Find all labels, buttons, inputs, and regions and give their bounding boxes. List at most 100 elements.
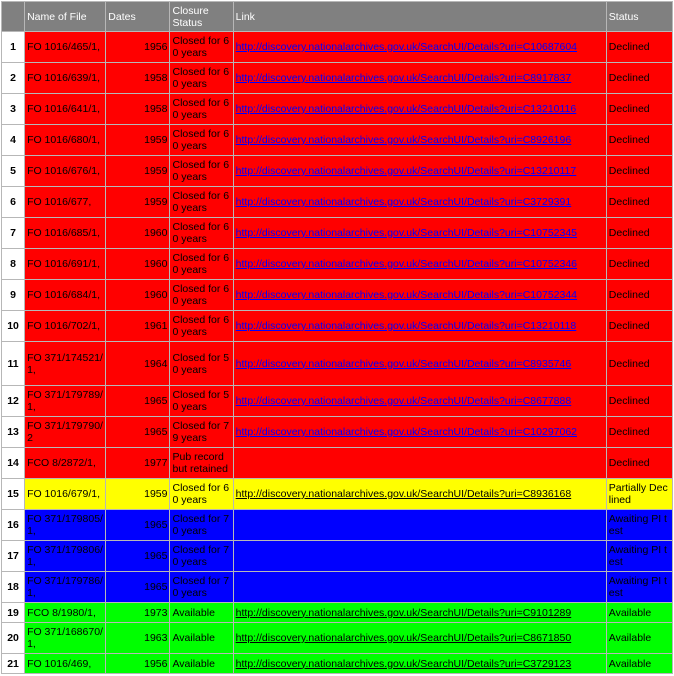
record-link[interactable]: http://discovery.nationalarchives.gov.uk… xyxy=(236,72,572,84)
cell-file-name[interactable]: FO 1016/684/1, xyxy=(24,279,107,311)
cell-status[interactable]: Awaiting PI test xyxy=(605,540,674,572)
cell-file-name[interactable]: FCO 8/2872/1, xyxy=(24,447,107,479)
cell-closure-status[interactable]: Closed for 60 years xyxy=(169,478,234,510)
cell-date[interactable]: 1959 xyxy=(105,478,171,510)
record-link[interactable]: http://discovery.nationalarchives.gov.uk… xyxy=(236,632,572,644)
cell-status[interactable]: Available xyxy=(605,653,674,674)
cell-file-name[interactable]: FO 1016/641/1, xyxy=(24,93,107,125)
cell-status[interactable]: Declined xyxy=(605,62,674,94)
row-number[interactable]: 7 xyxy=(0,217,26,249)
cell-file-name[interactable]: FCO 8/1980/1, xyxy=(24,602,107,623)
record-link[interactable]: http://discovery.nationalarchives.gov.uk… xyxy=(236,426,577,438)
cell-status[interactable]: Declined xyxy=(605,310,674,342)
cell-date[interactable]: 1963 xyxy=(105,622,171,654)
cell-date[interactable]: 1958 xyxy=(105,62,171,94)
cell-link[interactable]: http://discovery.nationalarchives.gov.uk… xyxy=(232,602,607,623)
cell-status[interactable]: Available xyxy=(605,622,674,654)
cell-closure-status[interactable]: Closed for 60 years xyxy=(169,124,234,156)
cell-link[interactable]: http://discovery.nationalarchives.gov.uk… xyxy=(232,93,607,125)
record-link[interactable]: http://discovery.nationalarchives.gov.uk… xyxy=(236,227,577,239)
cell-link[interactable]: http://discovery.nationalarchives.gov.uk… xyxy=(232,186,607,218)
cell-link[interactable]: http://discovery.nationalarchives.gov.uk… xyxy=(232,416,607,448)
cell-file-name[interactable]: FO 1016/680/1, xyxy=(24,124,107,156)
cell-date[interactable]: 1956 xyxy=(105,31,171,63)
record-link[interactable]: http://discovery.nationalarchives.gov.uk… xyxy=(236,165,577,177)
cell-closure-status[interactable]: Closed for 60 years xyxy=(169,279,234,311)
row-number[interactable]: 6 xyxy=(0,186,26,218)
cell-date[interactable]: 1958 xyxy=(105,93,171,125)
cell-closure-status[interactable]: Closed for 70 years xyxy=(169,571,234,603)
cell-date[interactable]: 1965 xyxy=(105,416,171,448)
cell-link[interactable]: http://discovery.nationalarchives.gov.uk… xyxy=(232,279,607,311)
record-link[interactable]: http://discovery.nationalarchives.gov.uk… xyxy=(236,134,572,146)
cell-file-name[interactable]: FO 1016/685/1, xyxy=(24,217,107,249)
row-number[interactable]: 1 xyxy=(0,31,26,63)
cell-link[interactable] xyxy=(232,540,607,572)
row-number[interactable]: 8 xyxy=(0,248,26,280)
row-number[interactable]: 16 xyxy=(0,509,26,541)
cell-closure-status[interactable]: Closed for 60 years xyxy=(169,31,234,63)
cell-file-name[interactable]: FO 371/179790/2 xyxy=(24,416,107,448)
cell-date[interactable]: 1960 xyxy=(105,279,171,311)
cell-file-name[interactable]: FO 1016/469, xyxy=(24,653,107,674)
col-header-status[interactable]: Status xyxy=(605,1,674,32)
cell-date[interactable]: 1977 xyxy=(105,447,171,479)
cell-status[interactable]: Declined xyxy=(605,93,674,125)
cell-file-name[interactable]: FO 371/174521/1, xyxy=(24,341,107,386)
cell-closure-status[interactable]: Closed for 60 years xyxy=(169,186,234,218)
cell-closure-status[interactable]: Closed for 70 years xyxy=(169,540,234,572)
row-number[interactable]: 9 xyxy=(0,279,26,311)
row-number[interactable]: 17 xyxy=(0,540,26,572)
cell-date[interactable]: 1960 xyxy=(105,217,171,249)
cell-link[interactable]: http://discovery.nationalarchives.gov.uk… xyxy=(232,155,607,187)
record-link[interactable]: http://discovery.nationalarchives.gov.uk… xyxy=(236,41,577,53)
cell-file-name[interactable]: FO 371/179805/1, xyxy=(24,509,107,541)
cell-date[interactable]: 1959 xyxy=(105,124,171,156)
cell-status[interactable]: Awaiting PI test xyxy=(605,509,674,541)
row-number[interactable]: 21 xyxy=(0,653,26,674)
row-number[interactable]: 4 xyxy=(0,124,26,156)
cell-file-name[interactable]: FO 1016/676/1, xyxy=(24,155,107,187)
record-link[interactable]: http://discovery.nationalarchives.gov.uk… xyxy=(236,358,572,370)
record-link[interactable]: http://discovery.nationalarchives.gov.uk… xyxy=(236,320,577,332)
record-link[interactable]: http://discovery.nationalarchives.gov.uk… xyxy=(236,607,572,619)
cell-closure-status[interactable]: Available xyxy=(169,653,234,674)
record-link[interactable]: http://discovery.nationalarchives.gov.uk… xyxy=(236,658,572,670)
cell-status[interactable]: Declined xyxy=(605,385,674,417)
row-number[interactable]: 12 xyxy=(0,385,26,417)
cell-link[interactable]: http://discovery.nationalarchives.gov.uk… xyxy=(232,248,607,280)
cell-date[interactable]: 1959 xyxy=(105,186,171,218)
cell-status[interactable]: Available xyxy=(605,602,674,623)
record-link[interactable]: http://discovery.nationalarchives.gov.uk… xyxy=(236,103,577,115)
cell-date[interactable]: 1959 xyxy=(105,155,171,187)
cell-closure-status[interactable]: Closed for 50 years xyxy=(169,341,234,386)
row-number[interactable]: 5 xyxy=(0,155,26,187)
cell-status[interactable]: Declined xyxy=(605,186,674,218)
cell-status[interactable]: Declined xyxy=(605,416,674,448)
cell-closure-status[interactable]: Closed for 60 years xyxy=(169,93,234,125)
cell-date[interactable]: 1965 xyxy=(105,509,171,541)
cell-file-name[interactable]: FO 1016/679/1, xyxy=(24,478,107,510)
cell-status[interactable]: Declined xyxy=(605,217,674,249)
cell-status[interactable]: Declined xyxy=(605,31,674,63)
col-header-closure-status[interactable]: Closure Status xyxy=(169,1,234,32)
cell-date[interactable]: 1965 xyxy=(105,571,171,603)
cell-file-name[interactable]: FO 371/179786/1, xyxy=(24,571,107,603)
cell-link[interactable] xyxy=(232,571,607,603)
cell-date[interactable]: 1965 xyxy=(105,385,171,417)
cell-file-name[interactable]: FO 1016/691/1, xyxy=(24,248,107,280)
cell-date[interactable]: 1965 xyxy=(105,540,171,572)
cell-closure-status[interactable]: Available xyxy=(169,602,234,623)
cell-link[interactable]: http://discovery.nationalarchives.gov.uk… xyxy=(232,310,607,342)
corner-cell[interactable] xyxy=(0,1,26,32)
record-link[interactable]: http://discovery.nationalarchives.gov.uk… xyxy=(236,488,572,500)
cell-closure-status[interactable]: Closed for 50 years xyxy=(169,385,234,417)
cell-link[interactable]: http://discovery.nationalarchives.gov.uk… xyxy=(232,341,607,386)
cell-closure-status[interactable]: Closed for 60 years xyxy=(169,217,234,249)
record-link[interactable]: http://discovery.nationalarchives.gov.uk… xyxy=(236,395,572,407)
cell-status[interactable]: Declined xyxy=(605,447,674,479)
col-header-name[interactable]: Name of File xyxy=(24,1,107,32)
col-header-link[interactable]: Link xyxy=(232,1,607,32)
row-number[interactable]: 20 xyxy=(0,622,26,654)
cell-status[interactable]: Declined xyxy=(605,155,674,187)
